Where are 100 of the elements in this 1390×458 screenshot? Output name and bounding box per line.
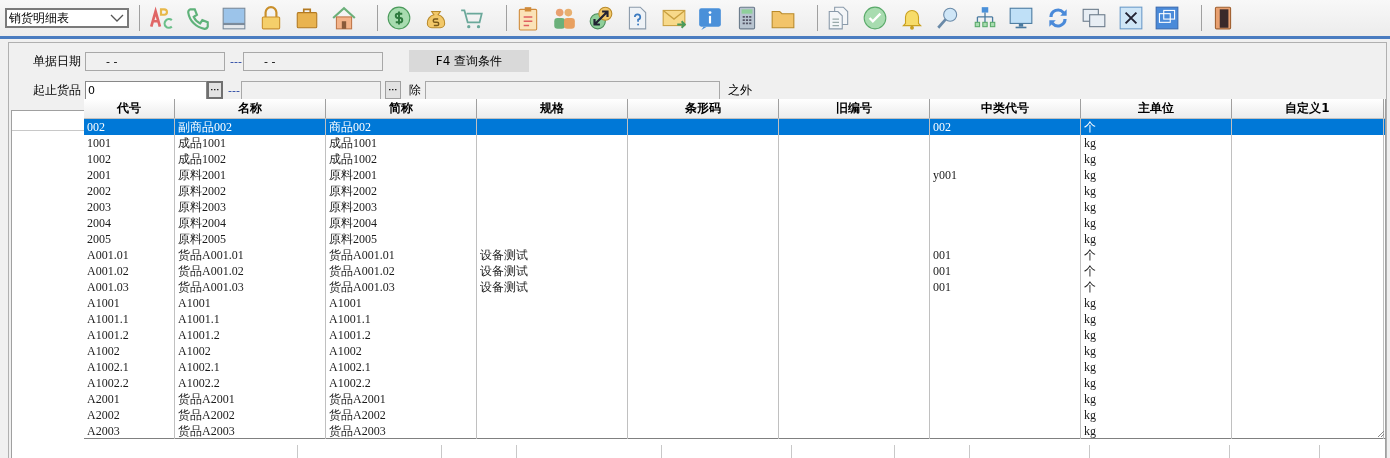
- table-cell: A1001: [329, 296, 362, 310]
- table-cell: 2003: [87, 200, 111, 214]
- goods-to-field[interactable]: [241, 80, 381, 100]
- table-cell: 成品1002: [329, 152, 377, 166]
- query-button[interactable]: F4 查询条件: [409, 50, 529, 72]
- resize-grip-icon[interactable]: [1377, 430, 1385, 438]
- close-icon[interactable]: [1117, 5, 1144, 31]
- table-cell: 货品A001.02: [329, 264, 395, 278]
- letters-icon[interactable]: [148, 5, 174, 31]
- table-cell: 货品A001.01: [178, 248, 244, 262]
- table-cell: 原料2003: [178, 200, 226, 214]
- table-cell: 原料2002: [329, 184, 377, 198]
- date-label: 单据日期: [33, 52, 82, 70]
- table-cell: 货品A2002: [329, 408, 386, 422]
- house-icon[interactable]: [330, 5, 357, 31]
- goods-from-field[interactable]: 0: [85, 80, 207, 100]
- table-cell: y001: [933, 168, 957, 182]
- column-header[interactable]: 规格: [477, 99, 628, 118]
- range-separator: ---: [227, 83, 241, 97]
- table-cell: A1001.2: [178, 328, 220, 342]
- table-cell: kg: [1084, 168, 1096, 182]
- table-cell: kg: [1084, 152, 1096, 166]
- table-cell: 货品A001.02: [178, 264, 244, 278]
- table-cell: kg: [1084, 216, 1096, 230]
- table-cell: 货品A2003: [329, 424, 386, 438]
- table-cell: 设备测试: [480, 264, 528, 278]
- table-cell: A1001.1: [87, 312, 129, 326]
- table-cell: 原料2004: [178, 216, 226, 230]
- table-cell: 002: [933, 120, 951, 134]
- table-cell: kg: [1084, 408, 1096, 422]
- table-cell: 货品A2001: [329, 392, 386, 406]
- table-cell: 货品A2003: [178, 424, 235, 438]
- table-cell: A1002: [329, 344, 362, 358]
- table-cell: A1001.1: [329, 312, 371, 326]
- table-cell: A001.03: [87, 280, 129, 294]
- table-cell: 原料2002: [178, 184, 226, 198]
- table-cell: 个: [1084, 248, 1096, 262]
- table-cell: kg: [1084, 360, 1096, 374]
- table-cell: 商品002: [329, 120, 371, 134]
- table-cell: A1002.1: [178, 360, 220, 374]
- table-cell: 货品A2001: [178, 392, 235, 406]
- table-cell: 原料2005: [329, 232, 377, 246]
- table-cell: 货品A001.03: [329, 280, 395, 294]
- table-cell: 001: [933, 280, 951, 294]
- report-select[interactable]: 销货明细表: [5, 8, 129, 28]
- table-cell: A1001.2: [87, 328, 129, 342]
- column-header[interactable]: 条形码: [628, 99, 779, 118]
- table-cell: 个: [1084, 120, 1096, 134]
- info-icon[interactable]: [697, 5, 723, 31]
- table-cell: A1002: [87, 344, 120, 358]
- table-cell: 成品1001: [178, 136, 226, 150]
- restore-window-icon[interactable]: [1154, 5, 1180, 31]
- range-separator: ---: [229, 54, 243, 68]
- dollar-coin-icon[interactable]: [386, 5, 412, 31]
- table-cell: 个: [1084, 280, 1096, 294]
- table-cell: 2004: [87, 216, 111, 230]
- browse-button[interactable]: ···: [207, 81, 223, 99]
- column-header[interactable]: 中类代号: [930, 99, 1081, 118]
- except-field[interactable]: [425, 80, 720, 100]
- table-cell: 原料2001: [329, 168, 377, 182]
- table-cell: A1001.2: [329, 328, 371, 342]
- phone-icon[interactable]: [184, 5, 211, 31]
- table-cell: kg: [1084, 328, 1096, 342]
- table-cell: A1002.2: [178, 376, 220, 390]
- except-suffix: 之外: [728, 81, 752, 99]
- resize-arrow-icon[interactable]: [587, 5, 614, 31]
- date-from-field[interactable]: - -: [85, 51, 225, 71]
- table-cell: A1001: [178, 296, 211, 310]
- table-cell: 原料2005: [178, 232, 226, 246]
- monitor-icon[interactable]: [1008, 5, 1034, 31]
- table-cell: 副商品002: [178, 120, 232, 134]
- table-cell: A1002: [178, 344, 211, 358]
- column-header[interactable]: 主单位: [1081, 99, 1232, 118]
- table-cell: 原料2003: [329, 200, 377, 214]
- table-cell: kg: [1084, 344, 1096, 358]
- column-header[interactable]: 旧编号: [779, 99, 930, 118]
- table-cell: A1001.1: [178, 312, 220, 326]
- table-cell: 原料2001: [178, 168, 226, 182]
- table-cell: 成品1002: [178, 152, 226, 166]
- computer-icon[interactable]: [221, 5, 247, 31]
- table-cell: A1002.2: [329, 376, 371, 390]
- table-cell: 001: [933, 248, 951, 262]
- table-cell: 1001: [87, 136, 111, 150]
- table-cell: A001.02: [87, 264, 129, 278]
- table-cell: 设备测试: [480, 280, 528, 294]
- table-cell: 002: [87, 120, 105, 134]
- column-header[interactable]: 自定义1: [1232, 99, 1384, 118]
- column-header[interactable]: 名称: [175, 99, 326, 118]
- table-cell: 个: [1084, 264, 1096, 278]
- table-cell: 设备测试: [480, 248, 528, 262]
- table-cell: 货品A001.01: [329, 248, 395, 262]
- table-cell: 2005: [87, 232, 111, 246]
- browse-button[interactable]: ···: [385, 81, 401, 99]
- table-cell: 成品1001: [329, 136, 377, 150]
- column-header[interactable]: 代号: [84, 99, 175, 118]
- check-circle-icon[interactable]: [862, 5, 888, 31]
- table-cell: A2002: [87, 408, 120, 422]
- column-header[interactable]: 简称: [326, 99, 477, 118]
- date-to-field[interactable]: - -: [243, 51, 383, 71]
- goods-label: 起止货品: [33, 81, 82, 99]
